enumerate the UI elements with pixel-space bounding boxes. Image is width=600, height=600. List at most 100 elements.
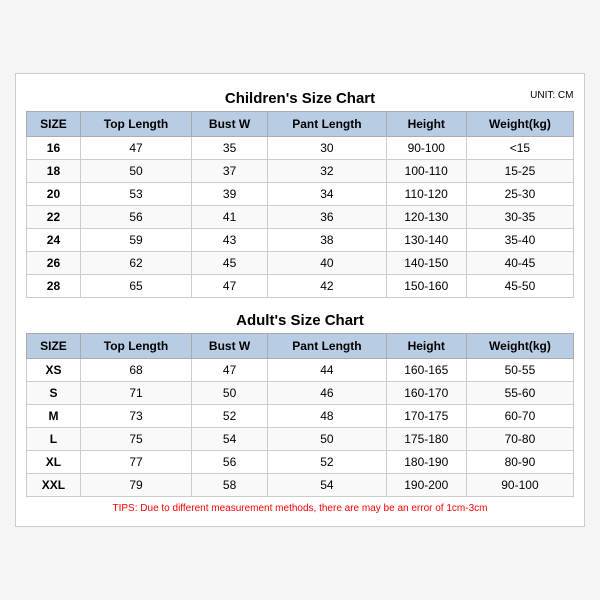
children-size-table: Children's Size Chart UNIT: CM SIZE Top … [26,84,574,298]
table-row: XS684744160-16550-55 [27,359,574,382]
table-cell: 18 [27,160,81,183]
table-cell: 59 [80,229,191,252]
table-cell: 50 [192,382,268,405]
col-header-pant-length: Pant Length [268,112,386,137]
table-cell: 38 [268,229,386,252]
table-cell: 130-140 [386,229,466,252]
table-cell: 79 [80,474,191,497]
table-cell: 35 [192,137,268,160]
table-cell: 80-90 [466,451,573,474]
table-cell: 110-120 [386,183,466,206]
table-cell: 30 [268,137,386,160]
adult-col-header-bust-w: Bust W [192,334,268,359]
adult-title: Adult's Size Chart [27,306,574,333]
adult-col-header-pant-length: Pant Length [268,334,386,359]
table-cell: 160-170 [386,382,466,405]
table-cell: 37 [192,160,268,183]
table-cell: 73 [80,405,191,428]
table-cell: L [27,428,81,451]
table-row: XL775652180-19080-90 [27,451,574,474]
table-cell: 50 [80,160,191,183]
table-cell: 47 [192,275,268,298]
table-cell: 45-50 [466,275,573,298]
table-cell: 40 [268,252,386,275]
table-cell: 47 [80,137,191,160]
table-cell: 15-25 [466,160,573,183]
table-row: M735248170-17560-70 [27,405,574,428]
table-cell: 90-100 [466,474,573,497]
table-cell: 40-45 [466,252,573,275]
adult-col-header-top-length: Top Length [80,334,191,359]
table-cell: 68 [80,359,191,382]
adult-col-header-size: SIZE [27,334,81,359]
table-row: 18503732100-11015-25 [27,160,574,183]
table-cell: 52 [192,405,268,428]
table-cell: 26 [27,252,81,275]
table-cell: 90-100 [386,137,466,160]
table-cell: 53 [80,183,191,206]
table-cell: 100-110 [386,160,466,183]
table-cell: 56 [80,206,191,229]
col-header-weight: Weight(kg) [466,112,573,137]
table-cell: 22 [27,206,81,229]
table-row: XXL795854190-20090-100 [27,474,574,497]
table-cell: 30-35 [466,206,573,229]
table-row: 1647353090-100<15 [27,137,574,160]
adult-size-table: Adult's Size Chart SIZE Top Length Bust … [26,306,574,497]
table-cell: 77 [80,451,191,474]
table-cell: 20 [27,183,81,206]
table-cell: 70-80 [466,428,573,451]
table-cell: 62 [80,252,191,275]
table-cell: 28 [27,275,81,298]
unit-label: UNIT: CM [530,90,573,101]
table-cell: 54 [192,428,268,451]
table-cell: 175-180 [386,428,466,451]
table-row: L755450175-18070-80 [27,428,574,451]
adult-col-header-height: Height [386,334,466,359]
table-cell: 32 [268,160,386,183]
table-row: 26624540140-15040-45 [27,252,574,275]
col-header-top-length: Top Length [80,112,191,137]
table-cell: 44 [268,359,386,382]
table-cell: 180-190 [386,451,466,474]
table-cell: 16 [27,137,81,160]
col-header-height: Height [386,112,466,137]
table-cell: 25-30 [466,183,573,206]
table-cell: 150-160 [386,275,466,298]
table-cell: 190-200 [386,474,466,497]
table-cell: 24 [27,229,81,252]
table-cell: 45 [192,252,268,275]
table-cell: 43 [192,229,268,252]
table-cell: 35-40 [466,229,573,252]
table-cell: S [27,382,81,405]
table-cell: 34 [268,183,386,206]
table-row: 20533934110-12025-30 [27,183,574,206]
table-cell: 46 [268,382,386,405]
table-cell: 160-165 [386,359,466,382]
table-cell: 50 [268,428,386,451]
table-cell: <15 [466,137,573,160]
col-header-size: SIZE [27,112,81,137]
table-cell: 48 [268,405,386,428]
tips-text: TIPS: Due to different measurement metho… [26,497,574,516]
children-title: Children's Size Chart UNIT: CM [27,84,574,111]
table-cell: 65 [80,275,191,298]
adult-tbody: XS684744160-16550-55S715046160-17055-60M… [27,359,574,497]
children-tbody: 1647353090-100<1518503732100-11015-25205… [27,137,574,298]
table-cell: 170-175 [386,405,466,428]
table-cell: 120-130 [386,206,466,229]
table-cell: 36 [268,206,386,229]
table-cell: 47 [192,359,268,382]
table-cell: 55-60 [466,382,573,405]
adult-header-row: SIZE Top Length Bust W Pant Length Heigh… [27,334,574,359]
chart-container: Children's Size Chart UNIT: CM SIZE Top … [15,73,585,527]
adult-col-header-weight: Weight(kg) [466,334,573,359]
table-cell: 52 [268,451,386,474]
table-cell: 58 [192,474,268,497]
table-cell: 50-55 [466,359,573,382]
col-header-bust-w: Bust W [192,112,268,137]
table-cell: 140-150 [386,252,466,275]
table-cell: 41 [192,206,268,229]
table-cell: XXL [27,474,81,497]
table-row: 22564136120-13030-35 [27,206,574,229]
